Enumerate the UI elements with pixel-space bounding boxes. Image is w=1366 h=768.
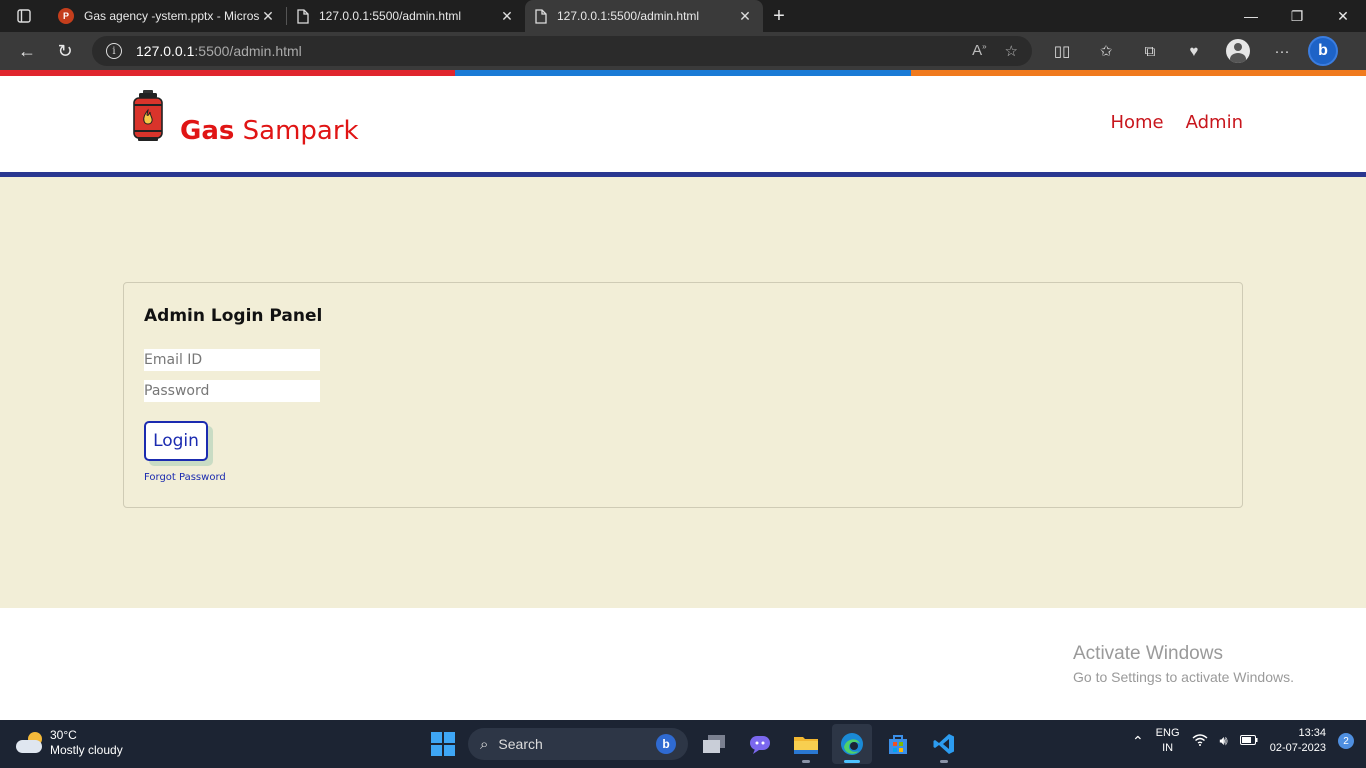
admin-login-panel: Admin Login Panel Login Forgot Password xyxy=(123,282,1243,508)
browser-essentials-icon[interactable]: ♥ xyxy=(1172,36,1216,66)
task-view-icon[interactable] xyxy=(694,724,734,764)
brand-part-1: Gas xyxy=(180,116,235,146)
volume-icon[interactable]: 🔊︎ xyxy=(1220,733,1228,749)
tab-powerpoint[interactable]: P Gas agency -ystem.pptx - Micros ✕ xyxy=(48,0,286,32)
minimize-icon[interactable]: — xyxy=(1228,0,1274,32)
powerpoint-icon: P xyxy=(58,8,74,24)
tab-admin-1[interactable]: 127.0.0.1:5500/admin.html ✕ xyxy=(287,0,525,32)
address-bar[interactable]: i 127.0.0.1:5500/admin.html A» ☆ xyxy=(92,36,1032,66)
taskbar-search[interactable]: ⌕ Search b xyxy=(468,728,688,760)
wifi-icon[interactable] xyxy=(1192,733,1208,749)
brand-name[interactable]: Gas Sampark xyxy=(180,116,359,146)
file-explorer-icon[interactable] xyxy=(786,724,826,764)
read-aloud-icon[interactable]: A» xyxy=(972,42,986,60)
gas-cylinder-icon xyxy=(133,90,163,141)
microsoft-store-icon[interactable] xyxy=(878,724,918,764)
back-arrow-icon[interactable]: ← xyxy=(8,36,46,66)
window-controls: — ❐ ✕ xyxy=(1228,0,1366,32)
teams-chat-icon[interactable] xyxy=(740,724,780,764)
language-region: IN xyxy=(1162,742,1174,754)
tab-title: Gas agency -ystem.pptx - Micros xyxy=(84,9,260,23)
windows-start-icon[interactable] xyxy=(424,725,462,763)
weather-temperature: 30°C xyxy=(50,728,77,742)
collections-icon[interactable]: ⧉ xyxy=(1128,36,1172,66)
email-field[interactable] xyxy=(144,349,320,371)
url-path: :5500/admin.html xyxy=(194,43,302,59)
tab-title: 127.0.0.1:5500/admin.html xyxy=(557,9,700,23)
brand-part-2: Sampark xyxy=(234,116,359,146)
cloudy-weather-icon xyxy=(16,732,44,754)
bing-icon: b xyxy=(656,734,676,754)
site-info-icon[interactable]: i xyxy=(106,43,122,59)
nav-home-link[interactable]: Home xyxy=(1110,112,1163,133)
edge-browser-icon[interactable] xyxy=(832,724,872,764)
watermark-subtitle: Go to Settings to activate Windows. xyxy=(1073,669,1294,685)
search-icon: ⌕ xyxy=(480,735,489,753)
login-button[interactable]: Login xyxy=(144,421,208,461)
vscode-icon[interactable] xyxy=(924,724,964,764)
tab-admin-2[interactable]: 127.0.0.1:5500/admin.html ✕ xyxy=(525,0,763,32)
tab-title: 127.0.0.1:5500/admin.html xyxy=(319,9,462,23)
search-label: Search xyxy=(498,736,543,752)
bing-copilot-icon[interactable]: b xyxy=(1308,36,1338,66)
main-content: Admin Login Panel Login Forgot Password xyxy=(0,177,1366,608)
taskbar-apps: ⌕ Search b xyxy=(424,724,964,764)
forgot-password-link[interactable]: Forgot Password xyxy=(144,472,226,483)
profile-icon[interactable] xyxy=(1216,36,1260,66)
page-icon xyxy=(535,8,547,24)
activate-windows-watermark: Activate Windows Go to Settings to activ… xyxy=(1073,643,1294,685)
weather-condition: Mostly cloudy xyxy=(50,743,123,757)
language-indicator[interactable]: ENG IN xyxy=(1156,726,1180,756)
avatar xyxy=(1226,39,1250,63)
browser-toolbar: ← ↻ i 127.0.0.1:5500/admin.html A» ☆ ▯▯ … xyxy=(0,32,1366,70)
site-nav: Home Admin xyxy=(1110,112,1243,133)
browser-tab-strip: P Gas agency -ystem.pptx - Micros ✕ 127.… xyxy=(0,0,1366,32)
favorites-icon[interactable]: ✩ xyxy=(1084,36,1128,66)
password-field[interactable] xyxy=(144,380,320,402)
system-tray: ⌃ ENG IN 🔊︎ 13:34 02-07-2023 2 xyxy=(1132,726,1354,756)
clock-time: 13:34 xyxy=(1298,727,1326,739)
split-screen-icon[interactable]: ▯▯ xyxy=(1040,36,1084,66)
battery-icon[interactable] xyxy=(1239,732,1258,750)
toolbar-icons: ▯▯ ✩ ⧉ ♥ ··· xyxy=(1040,36,1304,66)
language-code: ENG xyxy=(1155,727,1180,739)
tab-actions-icon[interactable] xyxy=(0,0,48,32)
restore-icon[interactable]: ❐ xyxy=(1274,0,1320,32)
close-tab-icon[interactable]: ✕ xyxy=(260,8,276,25)
page-icon xyxy=(297,8,309,24)
close-window-icon[interactable]: ✕ xyxy=(1320,0,1366,32)
refresh-icon[interactable]: ↻ xyxy=(46,36,84,66)
panel-title: Admin Login Panel xyxy=(144,306,323,326)
clock-date: 02-07-2023 xyxy=(1269,742,1326,754)
chevron-up-icon[interactable]: ⌃ xyxy=(1132,733,1144,750)
weather-widget[interactable]: 30°C Mostly cloudy xyxy=(16,728,123,758)
close-tab-icon[interactable]: ✕ xyxy=(499,8,515,25)
nav-admin-link[interactable]: Admin xyxy=(1186,112,1243,133)
close-tab-icon[interactable]: ✕ xyxy=(737,8,753,25)
clock[interactable]: 13:34 02-07-2023 xyxy=(1270,726,1326,756)
watermark-title: Activate Windows xyxy=(1073,643,1223,664)
favorite-star-icon[interactable]: ☆ xyxy=(1005,42,1018,60)
new-tab-icon[interactable]: + xyxy=(763,0,795,32)
taskbar: 30°C Mostly cloudy ⌕ Search b ⌃ ENG IN 🔊… xyxy=(0,720,1366,768)
address-icons: A» ☆ xyxy=(972,42,1018,60)
notification-badge[interactable]: 2 xyxy=(1338,733,1354,749)
url-host: 127.0.0.1 xyxy=(136,43,195,59)
more-options-icon[interactable]: ··· xyxy=(1260,36,1304,66)
site-header: Gas Sampark Home Admin xyxy=(0,76,1366,172)
